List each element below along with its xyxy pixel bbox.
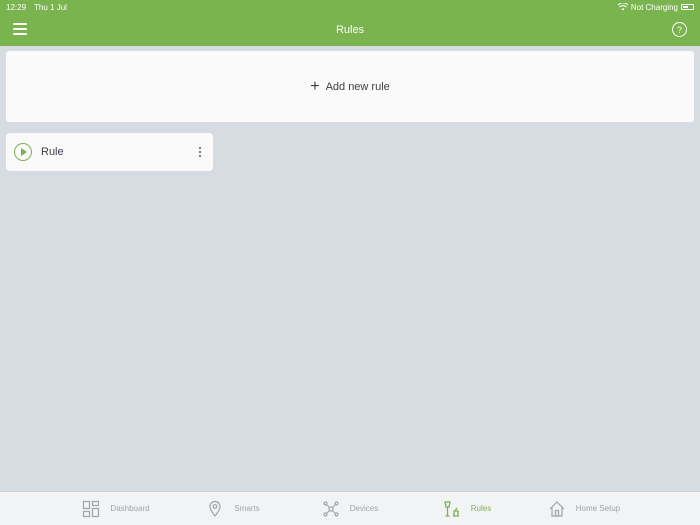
tab-label: Home Setup [575, 504, 621, 513]
status-bar: 12:29 Thu 1 Jul Not Charging [0, 0, 700, 14]
charging-status: Not Charging [630, 2, 678, 12]
tab-devices[interactable]: Devices [292, 492, 409, 525]
status-right: Not Charging [617, 2, 694, 12]
tab-rules[interactable]: Rules [409, 492, 526, 525]
home-icon [549, 500, 565, 517]
more-options-icon[interactable] [195, 145, 205, 159]
play-icon[interactable] [14, 143, 32, 161]
tab-label: Devices [349, 504, 379, 513]
battery-icon [681, 4, 694, 10]
status-time: 12:29 [6, 2, 27, 12]
menu-icon[interactable] [13, 23, 27, 35]
nav-bar: Rules ? [0, 14, 700, 46]
help-icon[interactable]: ? [672, 22, 687, 37]
rule-name: Rule [41, 146, 64, 158]
wifi-icon [617, 3, 628, 11]
tab-label: Rules [470, 504, 492, 513]
tab-bar: Dashboard Smarts Devices Rules Home Setu… [0, 491, 700, 525]
rule-card[interactable]: Rule [6, 133, 213, 171]
tab-dashboard[interactable]: Dashboard [58, 492, 175, 525]
dashboard-icon [83, 500, 100, 517]
rules-icon [443, 500, 459, 517]
add-rule-button[interactable]: + Add new rule [6, 51, 694, 122]
page-title: Rules [335, 24, 365, 36]
devices-icon [323, 500, 339, 517]
add-rule-label: Add new rule [325, 80, 390, 93]
smarts-icon [209, 500, 221, 517]
plus-icon: + [310, 77, 320, 95]
tab-home-setup[interactable]: Home Setup [526, 492, 643, 525]
status-date: Thu 1 Jul [34, 2, 67, 12]
tab-label: Smarts [234, 504, 260, 513]
tab-smarts[interactable]: Smarts [175, 492, 292, 525]
tab-label: Dashboard [110, 504, 150, 513]
